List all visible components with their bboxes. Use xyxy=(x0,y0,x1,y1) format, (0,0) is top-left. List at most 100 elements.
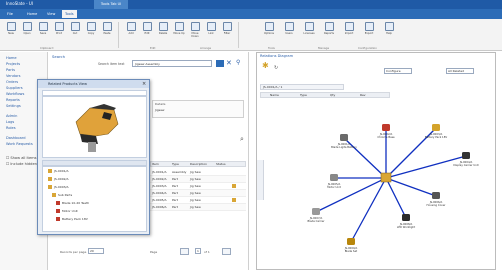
help-button[interactable]: Help xyxy=(382,22,396,44)
open-icon xyxy=(22,22,32,31)
checkbox-show-all[interactable]: ☐ Show all items xyxy=(6,156,37,160)
table-cell: Part xyxy=(172,191,178,195)
move-up-button[interactable]: Move Up xyxy=(172,22,186,44)
ribbon-separator xyxy=(118,22,119,48)
edit-button[interactable]: Edit xyxy=(140,22,154,44)
related-products-window[interactable]: Related Products View × JS-0001/A JS-0002… xyxy=(37,79,150,235)
table-cell: Part xyxy=(172,198,178,202)
node-thumbnail xyxy=(432,192,440,199)
nav-item-dashboard[interactable]: Dashboard xyxy=(6,136,26,140)
save-button[interactable]: Save xyxy=(36,22,50,44)
tree-item[interactable]: JS-0002/A xyxy=(48,177,69,181)
refresh-icon[interactable]: ↻ xyxy=(274,65,278,71)
options-icon xyxy=(264,22,274,31)
search-button[interactable] xyxy=(216,60,224,67)
diagram-col-rev: Rev xyxy=(360,93,366,97)
page-size-select[interactable]: 20 xyxy=(88,248,104,254)
import-button[interactable]: Import xyxy=(342,22,356,44)
export-button[interactable]: Export xyxy=(362,22,376,44)
checkbox-include-hidden[interactable]: ☐ Include hidden xyxy=(6,162,37,166)
next-page-button[interactable] xyxy=(222,248,231,255)
nav-item-vendors[interactable]: Vendors xyxy=(6,74,21,78)
tree-item[interactable]: Blade 10-20 Teeth xyxy=(56,201,89,205)
tree-item[interactable]: Motor Unit xyxy=(56,209,78,213)
zoom-icon[interactable]: ⌕ xyxy=(240,135,244,144)
table-cell: Part xyxy=(172,184,178,188)
menu-tab-file[interactable]: File xyxy=(4,10,16,18)
menu-tab-tools[interactable]: Tools xyxy=(62,10,77,18)
tree-item[interactable]: Battery Pack 18V xyxy=(56,217,88,221)
node-label: Motor Unit xyxy=(327,185,341,189)
root-node-thumbnail xyxy=(380,172,392,183)
licenses-button[interactable]: Licenses xyxy=(302,22,316,44)
context-tab[interactable]: Tools Tab UI xyxy=(94,0,128,9)
node-thumbnail xyxy=(462,152,470,159)
tree-item-label: Battery Pack 18V xyxy=(62,217,88,221)
nav-item-settings[interactable]: Settings xyxy=(6,104,21,108)
arrow-down-icon xyxy=(190,22,200,31)
diagram-node[interactable]: JS-0008/ALED Worklight xyxy=(397,214,415,229)
table-cell: JS-0005/A xyxy=(152,198,167,202)
nav-item-roles[interactable]: Roles xyxy=(6,126,16,130)
configure-dropdown[interactable]: Configure xyxy=(384,68,412,74)
nav-item-parts[interactable]: Parts xyxy=(6,68,15,72)
nav-item-work-requests[interactable]: Work Requests xyxy=(6,142,33,146)
pin-icon[interactable]: ⚲ xyxy=(236,59,240,67)
grid-col-description[interactable]: Description xyxy=(190,162,207,166)
grid-col-item[interactable]: Item xyxy=(152,162,159,166)
nav-item-suppliers[interactable]: Suppliers xyxy=(6,86,23,90)
diagram-node[interactable]: JS-0005/AMotor Unit xyxy=(327,174,341,189)
nav-item-projects[interactable]: Projects xyxy=(6,62,20,66)
new-button[interactable]: New xyxy=(4,22,18,44)
relations-diagram[interactable]: JS-0001/ABlade Ligita BatteryJS-0002/ACh… xyxy=(256,100,496,270)
copy-button[interactable]: Copy xyxy=(84,22,98,44)
folder-icon xyxy=(48,169,52,173)
diagram-node[interactable]: JS-0004/ADisplay Carrier Unit xyxy=(453,152,479,167)
search-input[interactable]: Jigsaw Assembly xyxy=(132,60,212,67)
paste-button[interactable]: Paste xyxy=(100,22,114,44)
add-button[interactable]: Add xyxy=(124,22,138,44)
options-button[interactable]: Options xyxy=(262,22,276,44)
prev-page-button[interactable] xyxy=(180,248,189,255)
cut-button[interactable]: Cut xyxy=(68,22,82,44)
help-icon xyxy=(384,22,394,31)
page-input[interactable]: 1 xyxy=(195,248,201,254)
nav-item-home[interactable]: Home xyxy=(6,56,17,60)
node-label: Display Carrier Unit xyxy=(453,163,478,167)
delete-button[interactable]: Delete xyxy=(156,22,170,44)
copy-icon xyxy=(86,22,96,31)
open-button[interactable]: Open xyxy=(20,22,34,44)
tree-item[interactable]: Sub Parts xyxy=(52,193,72,197)
diagram-col-type: Type xyxy=(300,93,307,97)
tree-item[interactable]: JS-0003/A xyxy=(48,185,69,189)
menu-tab-view[interactable]: View xyxy=(44,10,58,18)
nav-item-admin[interactable]: Admin xyxy=(6,114,17,118)
nav-item-workflows[interactable]: Workflows xyxy=(6,92,24,96)
table-cell: JS-0004/A xyxy=(152,191,167,195)
diagram-node[interactable]: JS-0001/ABlade Ligita Battery xyxy=(331,134,357,149)
diagram-node[interactable]: JS-0007/ABlade Carrier xyxy=(307,208,325,223)
nav-item-reports[interactable]: Reports xyxy=(6,98,20,102)
close-icon[interactable]: × xyxy=(142,80,146,88)
move-down-button[interactable]: Move Down xyxy=(188,22,202,44)
grid-col-type[interactable]: Type xyxy=(172,162,179,166)
print-button[interactable]: Print xyxy=(52,22,66,44)
tree-item-label: Blade 10-20 Teeth xyxy=(62,201,90,205)
diagram-node[interactable]: JS-0009/ABlade Set xyxy=(344,238,358,253)
grid-col-status[interactable]: Status xyxy=(216,162,226,166)
diagram-home-icon[interactable]: ✱ xyxy=(262,62,269,70)
users-button[interactable]: Users xyxy=(282,22,296,44)
link-button[interactable]: Link xyxy=(204,22,218,44)
related-dropdown[interactable]: All Related xyxy=(446,68,474,74)
diagram-node[interactable]: JS-0003/ABattery Pack 18V xyxy=(425,124,448,139)
nav-item-logs[interactable]: Logs xyxy=(6,120,14,124)
root-node xyxy=(380,172,392,183)
menu-tab-home[interactable]: Home xyxy=(24,10,40,18)
reports-button[interactable]: Reports xyxy=(322,22,336,44)
tree-item-label: Sub Parts xyxy=(58,193,73,197)
page-of: of 1 xyxy=(204,250,210,254)
clear-icon[interactable]: ✕ xyxy=(226,59,232,67)
tree-item[interactable]: JS-0001/A xyxy=(48,169,69,173)
nav-item-orders[interactable]: Orders xyxy=(6,80,18,84)
filter-button[interactable]: Filter xyxy=(220,22,234,44)
